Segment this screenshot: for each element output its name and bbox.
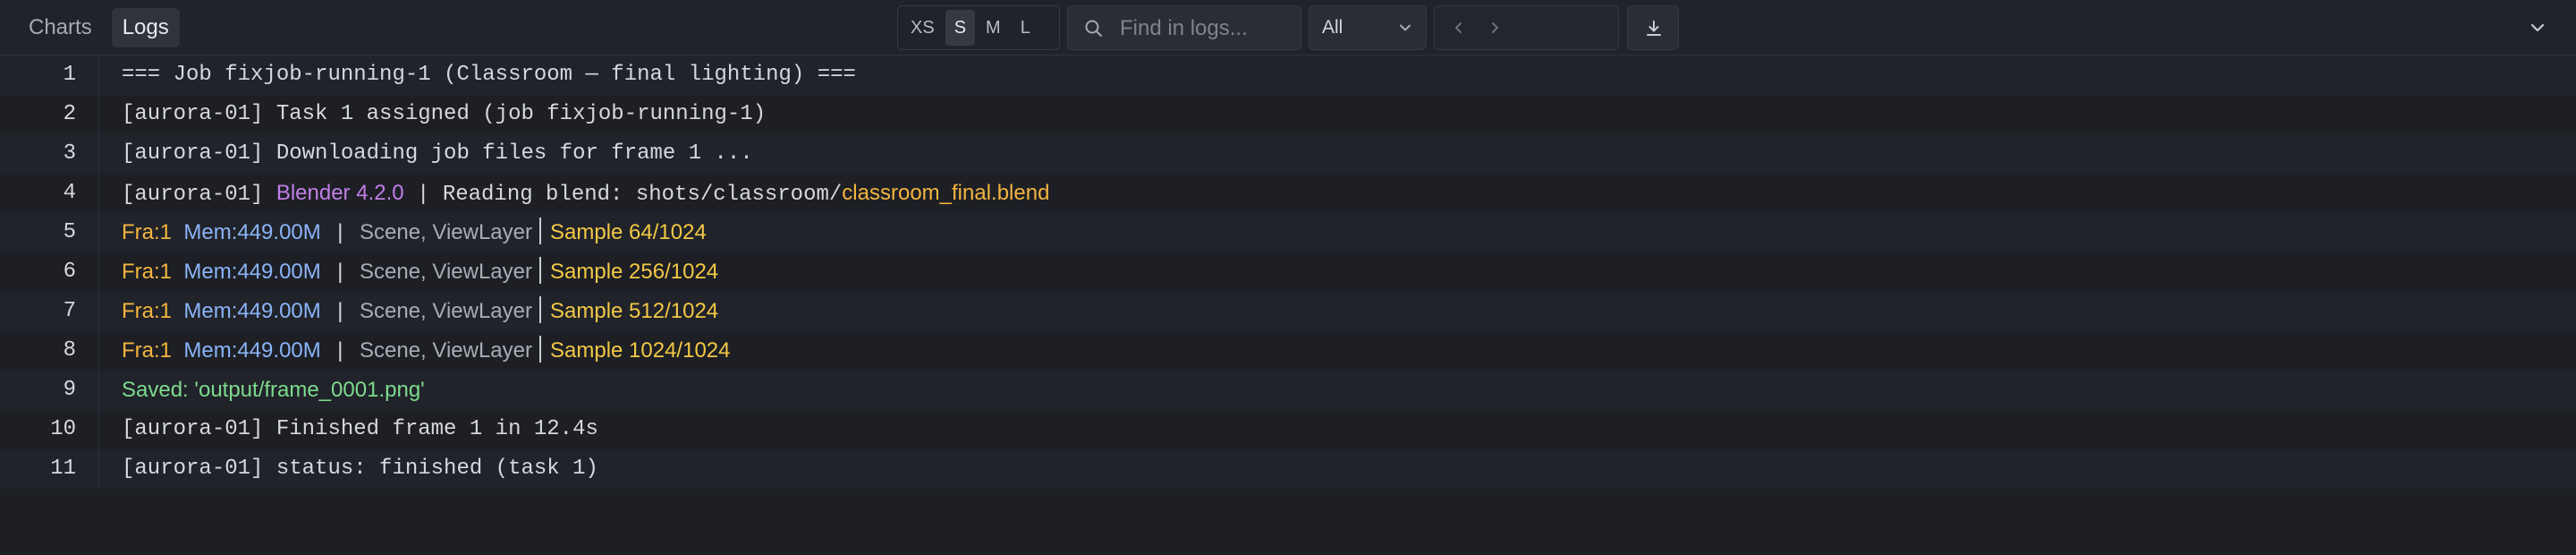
log-line: 6 Fra:1 Mem:449.00M | Scene, ViewLayer Sa… [0,252,2576,292]
line-gutter: 8 [0,331,99,371]
read-blend-text: | Reading blend: shots/classroom/ [403,183,843,207]
size-s-button[interactable]: S [945,10,976,46]
log-line: 5 Fra:1 Mem:449.00M | Scene, ViewLayer Sa… [0,213,2576,252]
log-view: 1 === Job fixjob-running-1 (Classroom — … [0,56,2576,489]
line-number: 9 [63,378,76,402]
line-number: 11 [50,457,76,481]
line-number: 10 [50,417,76,441]
search-icon [1084,19,1104,43]
line-gutter: 10 [0,410,99,449]
line-gutter: 9 [0,371,99,410]
font-size-selector: XS S M L [897,5,1060,50]
log-line: 10 [aurora-01] Finished frame 1 in 12.4s [0,410,2576,449]
log-line: 8 Fra:1 Mem:449.00M | Scene, ViewLayer Sa… [0,331,2576,371]
sample-label: Sample 1024/1024 [550,338,731,363]
frame-label: Fra:1 [122,299,173,323]
log-search [1067,5,1301,51]
memory-label: Mem:449.00M [183,299,321,323]
blender-version: Blender 4.2.0 [275,181,404,205]
line-gutter: 7 [0,292,99,331]
chevron-left-icon[interactable] [1451,20,1467,40]
log-text: Fra:1 Mem:449.00M | Scene, ViewLayer Samp… [122,292,718,333]
line-gutter: 6 [0,252,99,292]
line-gutter: 2 [0,95,99,134]
log-text: Fra:1 Mem:449.00M | Scene, ViewLayer Samp… [122,213,707,254]
scene-label: Scene, ViewLayer [359,260,532,284]
line-gutter: 5 [0,213,99,252]
divider [539,296,541,323]
frame-label: Fra:1 [122,260,173,284]
line-gutter: 3 [0,134,99,174]
log-text: [aurora-01] Task 1 assigned (job fixjob-… [122,102,767,126]
line-number: 5 [63,220,76,244]
worker-prefix: [aurora-01] [122,183,276,207]
log-toolbar: Charts Logs XS S M L All [0,0,2576,56]
separator: | [320,261,360,286]
size-l-button[interactable]: L [1012,10,1039,46]
download-button[interactable] [1627,5,1679,50]
size-xs-button[interactable]: XS [902,10,944,46]
separator: | [320,222,360,246]
log-line: 4 [aurora-01] Blender 4.2.0 | Reading bl… [0,174,2576,213]
line-number: 6 [63,260,76,284]
line-number: 2 [63,102,76,126]
divider [539,218,541,244]
level-filter-value: All [1322,17,1343,38]
frame-label: Fra:1 [122,338,173,363]
separator: | [320,301,360,325]
log-line: 11 [aurora-01] status: finished (task 1) [0,449,2576,489]
line-number: 8 [63,338,76,363]
sample-label: Sample 64/1024 [550,220,707,244]
blend-file-name: classroom_final.blend [842,181,1050,205]
log-text: [aurora-01] Blender 4.2.0 | Reading blen… [122,174,1049,215]
memory-label: Mem:449.00M [183,338,321,363]
log-line: 1 === Job fixjob-running-1 (Classroom — … [0,56,2576,95]
log-line: 7 Fra:1 Mem:449.00M | Scene, ViewLayer Sa… [0,292,2576,331]
scene-label: Scene, ViewLayer [359,338,532,363]
log-text: Fra:1 Mem:449.00M | Scene, ViewLayer Samp… [122,252,718,294]
divider [539,257,541,284]
log-text: === Job fixjob-running-1 (Classroom — fi… [122,63,856,87]
saved-message: Saved: 'output/frame_0001.png' [122,378,425,402]
line-number: 3 [63,141,76,166]
sample-label: Sample 512/1024 [550,299,719,323]
size-m-button[interactable]: M [977,10,1010,46]
chevron-right-icon[interactable] [1487,20,1503,40]
log-text: [aurora-01] status: finished (task 1) [122,457,598,481]
divider [539,336,541,363]
chevron-down-icon [2530,23,2545,32]
line-gutter: 4 [0,174,99,213]
line-gutter: 11 [0,449,99,489]
view-tabs: Charts Logs [18,7,180,48]
scene-label: Scene, ViewLayer [359,299,532,323]
log-text: [aurora-01] Finished frame 1 in 12.4s [122,417,598,441]
chevron-down-icon [1397,20,1413,40]
match-navigation [1434,5,1619,50]
memory-label: Mem:449.00M [183,260,321,284]
level-filter-select[interactable]: All [1309,5,1427,50]
separator: | [320,340,360,364]
log-line: 3 [aurora-01] Downloading job files for … [0,134,2576,174]
download-icon [1647,21,1661,36]
tab-charts[interactable]: Charts [18,8,103,47]
line-number: 1 [63,63,76,87]
tab-logs[interactable]: Logs [111,8,180,47]
line-number: 4 [63,181,76,205]
frame-label: Fra:1 [122,220,173,244]
sample-label: Sample 256/1024 [550,260,719,284]
search-input[interactable] [1118,6,1297,51]
scene-label: Scene, ViewLayer [359,220,532,244]
log-line: 2 [aurora-01] Task 1 assigned (job fixjo… [0,95,2576,134]
line-number: 7 [63,299,76,323]
log-line: 9 Saved: 'output/frame_0001.png' [0,371,2576,410]
log-text: [aurora-01] Downloading job files for fr… [122,141,753,166]
memory-label: Mem:449.00M [183,220,321,244]
line-gutter: 1 [0,56,99,95]
collapse-button[interactable] [2526,16,2556,39]
log-text: Fra:1 Mem:449.00M | Scene, ViewLayer Samp… [122,331,731,372]
